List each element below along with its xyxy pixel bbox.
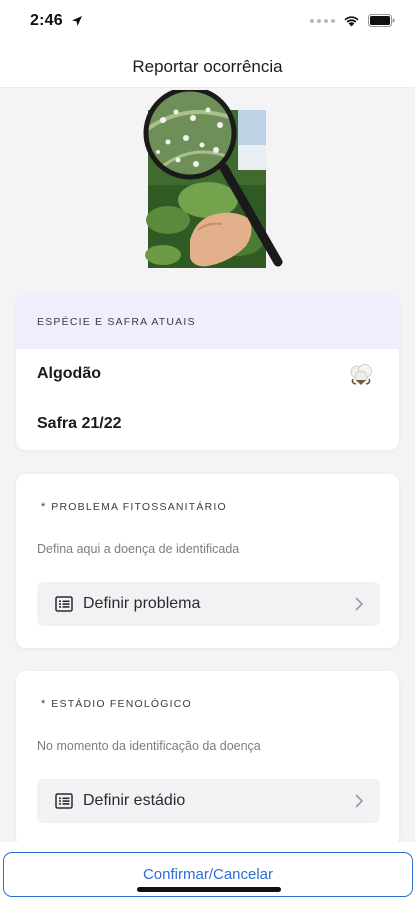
define-stage-button[interactable]: Definir estádio bbox=[37, 779, 380, 823]
chevron-right-icon bbox=[355, 794, 364, 808]
define-problem-button[interactable]: Definir problema bbox=[37, 582, 380, 626]
required-marker: * bbox=[41, 698, 46, 710]
species-row[interactable]: Algodão bbox=[16, 349, 399, 399]
page-title: Reportar ocorrência bbox=[132, 56, 283, 76]
species-card-title: ESPÉCIE E SAFRA ATUAIS bbox=[37, 315, 196, 328]
status-time: 2:46 bbox=[30, 12, 63, 29]
stage-title: ESTÁDIO FENOLÓGICO bbox=[51, 698, 192, 710]
status-bar: 2:46 bbox=[0, 0, 415, 46]
problem-title: PROBLEMA FITOSSANITÁRIO bbox=[51, 501, 227, 513]
navigation-bar: Reportar ocorrência bbox=[0, 46, 415, 88]
species-season-card: ESPÉCIE E SAFRA ATUAIS Algodão Safra 21/… bbox=[16, 294, 399, 450]
battery-icon bbox=[368, 14, 395, 27]
stage-heading: * ESTÁDIO FENOLÓGICO bbox=[41, 698, 192, 710]
safra-name: Safra 21/22 bbox=[37, 415, 122, 432]
list-icon bbox=[55, 793, 73, 809]
wifi-icon bbox=[344, 15, 359, 26]
problem-description: Defina aqui a doença de identificada bbox=[37, 542, 240, 556]
species-name: Algodão bbox=[37, 365, 101, 382]
stage-description: No momento da identificação da doença bbox=[37, 739, 261, 753]
problem-heading: * PROBLEMA FITOSSANITÁRIO bbox=[41, 501, 227, 513]
stage-card: * ESTÁDIO FENOLÓGICO No momento da ident… bbox=[16, 671, 399, 847]
magnifier-leaf-illustration bbox=[143, 90, 283, 268]
cotton-icon bbox=[350, 364, 372, 385]
status-indicators bbox=[310, 14, 395, 27]
species-card-header: ESPÉCIE E SAFRA ATUAIS bbox=[16, 294, 399, 349]
required-marker: * bbox=[41, 501, 46, 513]
confirm-cancel-label: Confirmar/Cancelar bbox=[142, 866, 274, 883]
signal-icon bbox=[310, 18, 335, 23]
safra-row[interactable]: Safra 21/22 bbox=[16, 399, 399, 449]
define-problem-label: Definir problema bbox=[83, 595, 201, 612]
home-indicator bbox=[137, 887, 281, 892]
define-stage-label: Definir estádio bbox=[83, 792, 186, 809]
location-arrow-icon bbox=[72, 16, 82, 26]
problem-card: * PROBLEMA FITOSSANITÁRIO Defina aqui a … bbox=[16, 474, 399, 648]
list-icon bbox=[55, 596, 73, 612]
chevron-right-icon bbox=[355, 597, 364, 611]
